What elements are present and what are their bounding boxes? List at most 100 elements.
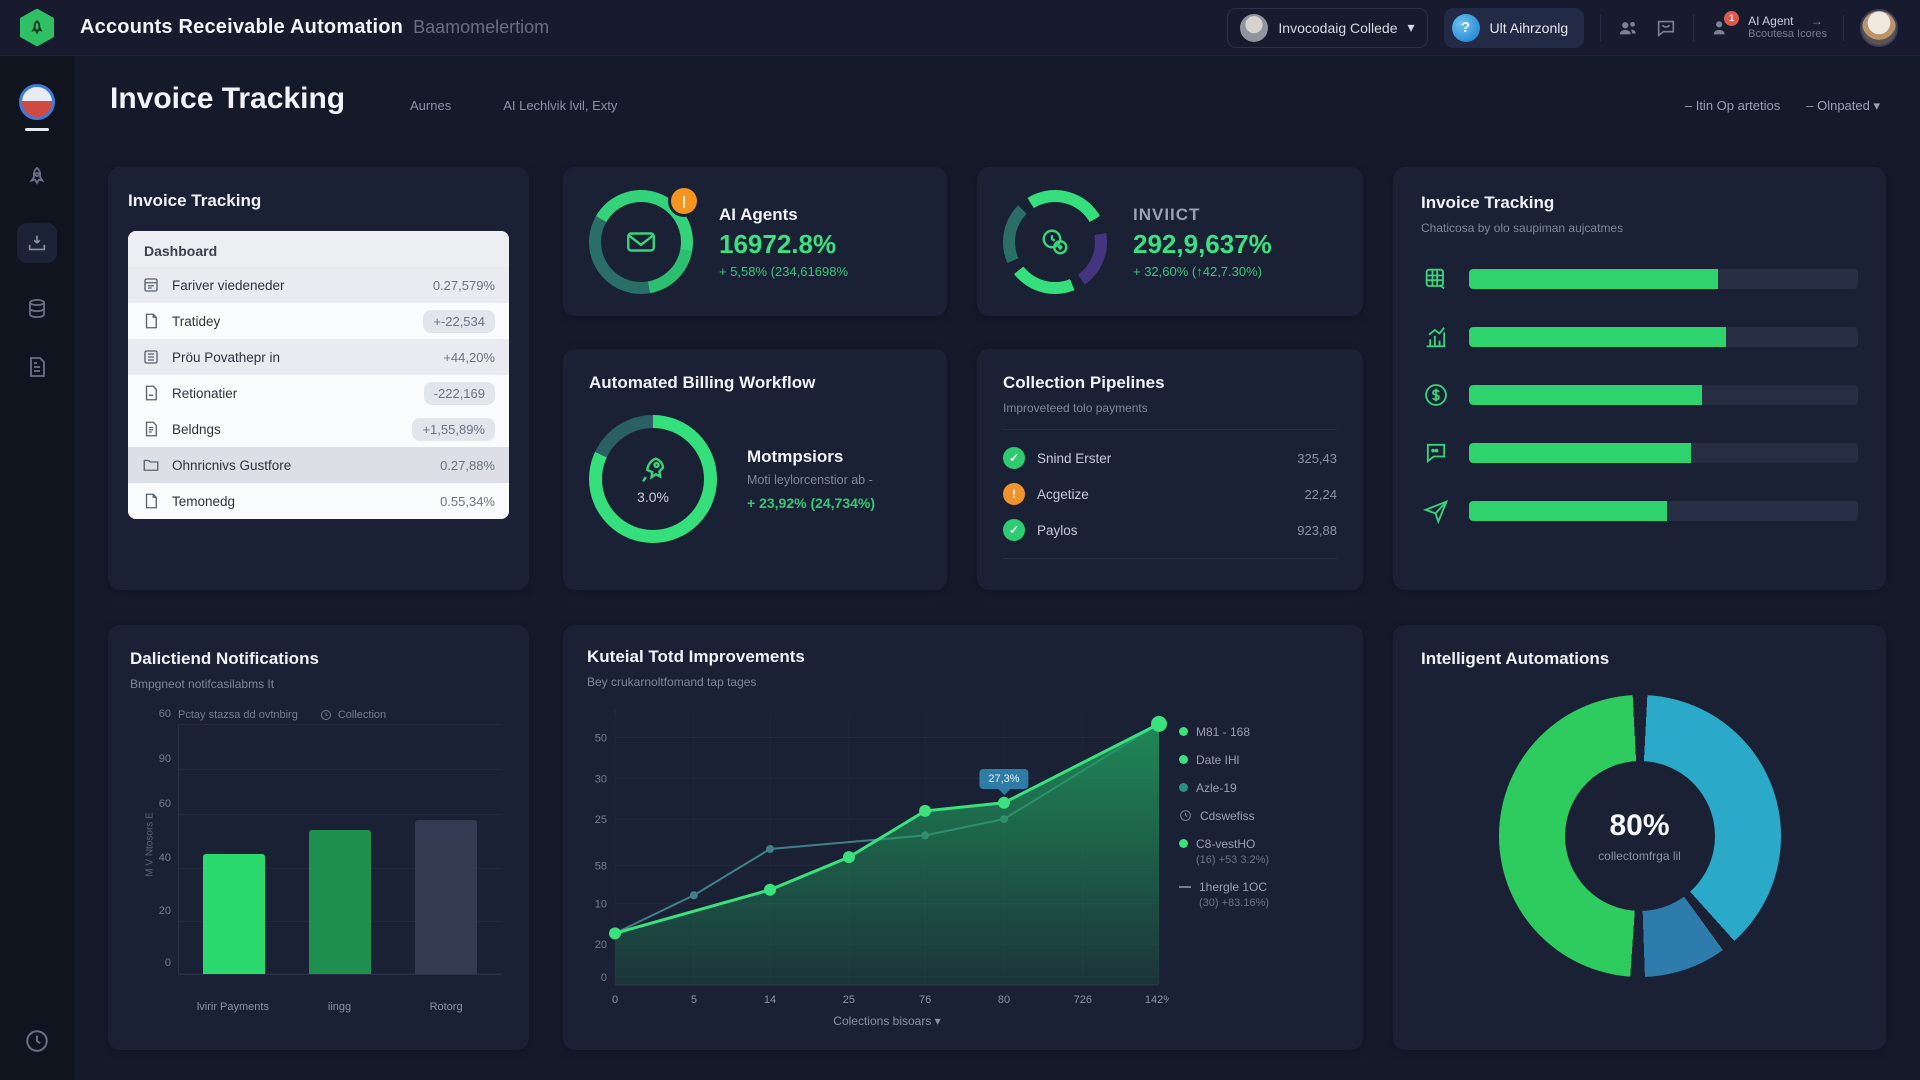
bar[interactable] (203, 854, 265, 974)
progress-row (1421, 323, 1858, 351)
list-item[interactable]: Beldngs +1,55,89% (128, 411, 509, 447)
pipeline-row[interactable]: ✓ Snind Erster 325,43 (1003, 440, 1337, 476)
legend-item[interactable]: C8-vestHO(16) +53 3.2%) (1179, 837, 1339, 866)
sidebar-item-history[interactable] (24, 1028, 50, 1054)
list-item[interactable]: Fariver viedeneder 0.27,579% (128, 267, 509, 303)
progress-row (1421, 497, 1858, 525)
tab-ai[interactable]: AI Lechlvik lvil, Exty (503, 98, 617, 113)
card-title: Invoice Tracking (1421, 193, 1858, 213)
svg-text:142%: 142% (1145, 994, 1169, 1006)
sidebar-item-database[interactable] (25, 297, 49, 321)
stat-delta: + 32,60% (↑42,7.30%) (1133, 264, 1272, 279)
progress-track[interactable] (1469, 327, 1858, 347)
envelope-icon (624, 225, 658, 259)
list-item-value: +1,55,89% (412, 418, 495, 441)
user-dropdown[interactable]: Invocodaig Collede ▾ (1227, 8, 1427, 48)
page-meta: – Itin Op artetios – Olnpated ▾ (1685, 98, 1880, 114)
ai-assistant-icon: ? (1452, 14, 1480, 42)
legend-item[interactable]: 1hergle 1OC(30) +83.16%) (1179, 880, 1339, 909)
improvements-chart-card: Kuteial Totd Improvements Bey crukarnolt… (563, 625, 1363, 1050)
invoice-tracking-progress-card: Invoice Tracking Chaticosa by olo saupim… (1393, 167, 1886, 590)
active-indicator (25, 128, 49, 131)
check-icon: ✓ (1003, 519, 1025, 541)
stat-title: INVIICT (1133, 205, 1272, 225)
chart-legend: M81 - 168 Date IHl Azle-19 Cdswefiss C8-vest… (1169, 699, 1339, 1029)
ai-assistant-button[interactable]: ? Ult Aihrzonlg (1444, 8, 1585, 48)
progress-track[interactable] (1469, 385, 1858, 405)
pipeline-row[interactable]: ! Acgetize 22,24 (1003, 476, 1337, 512)
svg-text:14: 14 (764, 994, 776, 1006)
meta-operations[interactable]: – Itin Op artetios (1685, 98, 1780, 114)
y-tick-label: 40 (159, 852, 171, 864)
list-item[interactable]: Retionatier -222,169 (128, 375, 509, 411)
send-icon (1421, 497, 1451, 525)
list-item[interactable]: Temonedg 0.55,34% (128, 483, 509, 519)
automations-donut-card: Intelligent Automations 80% collectomfrg… (1393, 625, 1886, 1050)
list-item-value: -222,169 (424, 382, 495, 405)
users-icon[interactable] (1617, 17, 1639, 39)
progress-track[interactable] (1469, 501, 1858, 521)
y-tick-label: 20 (159, 905, 171, 917)
list-item-label: Tratidey (172, 314, 411, 329)
sidebar-item-dashboard[interactable] (19, 84, 55, 131)
billing-gauge: 3.0% (589, 415, 717, 543)
bar[interactable] (309, 830, 371, 974)
card-subtitle: Bmpgneot notifcasilabms It (130, 677, 507, 691)
notifications-icon[interactable]: 1 (1710, 17, 1732, 39)
legend-item[interactable]: Cdswefiss (1179, 809, 1339, 823)
tab-aurnes[interactable]: Aurnes (410, 98, 451, 113)
legend-item[interactable]: M81 - 168 (1179, 725, 1339, 739)
donut-center: 80% collectomfrga lil (1565, 761, 1715, 911)
legend-item: Collection (320, 709, 386, 721)
legend-item[interactable]: Date IHl (1179, 753, 1339, 767)
card-subtitle: Improveteed tolo payments (1003, 401, 1337, 415)
panel-header: Dashboard (128, 231, 509, 267)
arrow-icon: → (1811, 14, 1823, 28)
metric-desc: Moti leylorcenstior ab - (747, 473, 875, 487)
main-content: Invoice Tracking Aurnes AI Lechlvik lvil… (74, 56, 1920, 1080)
stat-title: AI Agents (719, 205, 848, 225)
list-item[interactable]: Tratidey +-22,534 (128, 303, 509, 339)
y-axis-label: M V Ntosors E (145, 812, 156, 876)
line-chart: 02010582530500514257680726142%Colections… (587, 699, 1169, 1029)
sidebar-item-explore[interactable] (25, 165, 49, 189)
legend-item[interactable]: Azle-19 (1179, 781, 1339, 795)
list-item[interactable]: Pröu Povathepr in +44,20% (128, 339, 509, 375)
sidebar (0, 56, 74, 1080)
y-tick-label: 60 (159, 708, 171, 720)
clock-icon (320, 709, 332, 721)
app-logo-icon[interactable] (20, 9, 54, 47)
meta-updated-dropdown[interactable]: – Olnpated ▾ (1806, 98, 1880, 114)
progress-fill (1469, 385, 1702, 405)
legend-label: C8-vestHO(16) +53 3.2%) (1196, 837, 1269, 866)
profile-avatar[interactable] (1860, 9, 1898, 47)
progress-row (1421, 381, 1858, 409)
inbox-icon (17, 223, 57, 263)
legend-label: M81 - 168 (1196, 725, 1250, 739)
file-icon (142, 384, 160, 402)
svg-text:5: 5 (691, 994, 697, 1006)
card-title: Collection Pipelines (1003, 373, 1337, 393)
divider (1600, 15, 1601, 41)
progress-track[interactable] (1469, 269, 1858, 289)
dashboard-badge-icon (19, 84, 55, 120)
list-item-value: 0.55,34% (440, 494, 495, 509)
progress-track[interactable] (1469, 443, 1858, 463)
chat-icon[interactable] (1655, 17, 1677, 39)
bar[interactable] (415, 820, 477, 974)
rocket-icon (636, 453, 670, 487)
list-item[interactable]: Ohnricnivs Gustfore 0.27,88% (128, 447, 509, 483)
y-tick-label: 60 (159, 798, 171, 810)
invoice-icon (142, 276, 160, 294)
sidebar-item-documents[interactable] (25, 355, 49, 379)
legend-dot (1179, 783, 1188, 792)
pipeline-row[interactable]: ✓ Paylos 923,88 (1003, 512, 1337, 548)
list-item-value: +-22,534 (423, 310, 495, 333)
agent-shortcut[interactable]: AI Agent → Bcoutesa Icores (1748, 14, 1827, 42)
sidebar-item-inbox[interactable] (17, 223, 57, 263)
ai-assistant-label: Ult Aihrzonlg (1490, 20, 1569, 36)
metric-name: Motmpsiors (747, 447, 875, 467)
svg-text:20: 20 (595, 939, 607, 951)
invoice-list-panel: Dashboard Fariver viedeneder 0.27,579% T… (128, 231, 509, 519)
card-title: Dalictiend Notifications (130, 649, 507, 669)
